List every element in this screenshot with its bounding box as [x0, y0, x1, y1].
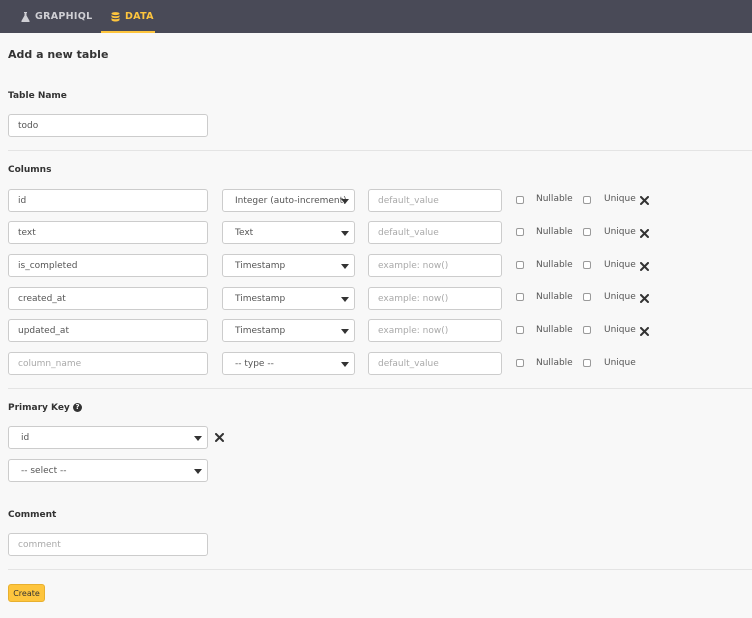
primary-key-select[interactable]: id — [8, 426, 208, 449]
unique-label: Unique — [604, 292, 636, 302]
unique-checkbox[interactable] — [583, 196, 591, 204]
caret-down-icon — [341, 329, 349, 334]
nullable-label: Nullable — [536, 325, 573, 335]
column-default-input[interactable]: example: now() — [368, 319, 502, 342]
comment-label: Comment — [8, 510, 57, 520]
caret-down-icon — [194, 436, 202, 441]
new-primary-key-select[interactable]: -- select -- — [8, 459, 208, 482]
primary-key-value: id — [21, 432, 30, 443]
unique-checkbox[interactable] — [583, 261, 591, 269]
flask-icon — [20, 11, 30, 23]
new-column-default-input[interactable]: default_value — [368, 352, 502, 375]
unique-checkbox[interactable] — [583, 359, 591, 367]
column-default-input[interactable]: example: now() — [368, 287, 502, 310]
remove-primary-key-icon[interactable] — [215, 433, 224, 442]
caret-down-icon — [341, 264, 349, 269]
unique-checkbox[interactable] — [583, 228, 591, 236]
nullable-checkbox[interactable] — [516, 359, 524, 367]
column-default-input[interactable]: default_value — [368, 189, 502, 212]
nullable-checkbox[interactable] — [516, 261, 524, 269]
column-default-input[interactable]: example: now() — [368, 254, 502, 277]
unique-label: Unique — [604, 194, 636, 204]
table-name-input[interactable]: todo — [8, 114, 208, 137]
remove-column-icon[interactable] — [640, 327, 649, 336]
table-name-label: Table Name — [8, 91, 67, 101]
tab-graphiql-label: GRAPHIQL — [35, 11, 93, 22]
nullable-label: Nullable — [536, 292, 573, 302]
unique-label: Unique — [604, 260, 636, 270]
caret-down-icon — [341, 231, 349, 236]
active-tab-indicator — [101, 31, 155, 33]
column-name-input[interactable]: is_completed — [8, 254, 208, 277]
primary-key-label: Primary Key — [8, 403, 70, 413]
column-name-input[interactable]: created_at — [8, 287, 208, 310]
column-type-select[interactable]: Timestamp — [222, 254, 355, 277]
page-title: Add a new table — [8, 48, 109, 61]
question-circle-icon[interactable]: ? — [73, 403, 82, 412]
column-name-input[interactable]: id — [8, 189, 208, 212]
column-type-value: Integer (auto-increment) — [235, 195, 347, 206]
column-type-select[interactable]: Integer (auto-increment) — [222, 189, 355, 212]
column-type-select[interactable]: Text — [222, 221, 355, 244]
tab-graphiql[interactable]: GRAPHIQL — [20, 0, 92, 33]
caret-down-icon — [194, 469, 202, 474]
nullable-label: Nullable — [536, 358, 573, 368]
column-type-value: Text — [235, 227, 254, 238]
top-nav-bar: GRAPHIQL DATA — [0, 0, 752, 33]
comment-input[interactable]: comment — [8, 533, 208, 556]
create-button[interactable]: Create — [8, 584, 45, 602]
remove-column-icon[interactable] — [640, 229, 649, 238]
unique-label: Unique — [604, 227, 636, 237]
nullable-label: Nullable — [536, 227, 573, 237]
columns-label: Columns — [8, 165, 52, 175]
divider — [8, 388, 752, 389]
caret-down-icon — [341, 362, 349, 367]
unique-label: Unique — [604, 325, 636, 335]
new-column-type-select[interactable]: -- type -- — [222, 352, 355, 375]
new-column-name-input[interactable]: column_name — [8, 352, 208, 375]
remove-column-icon[interactable] — [640, 262, 649, 271]
nullable-checkbox[interactable] — [516, 326, 524, 334]
divider — [8, 569, 752, 570]
nullable-checkbox[interactable] — [516, 196, 524, 204]
column-type-value: Timestamp — [235, 260, 286, 271]
nullable-checkbox[interactable] — [516, 228, 524, 236]
column-type-value: Timestamp — [235, 325, 286, 336]
column-default-input[interactable]: default_value — [368, 221, 502, 244]
nullable-label: Nullable — [536, 194, 573, 204]
tab-data[interactable]: DATA — [101, 0, 155, 33]
remove-column-icon[interactable] — [640, 294, 649, 303]
column-type-select[interactable]: Timestamp — [222, 319, 355, 342]
column-name-input[interactable]: text — [8, 221, 208, 244]
nullable-label: Nullable — [536, 260, 573, 270]
column-name-input[interactable]: updated_at — [8, 319, 208, 342]
caret-down-icon — [341, 297, 349, 302]
primary-key-value: -- select -- — [21, 465, 67, 476]
divider — [8, 150, 752, 151]
nullable-checkbox[interactable] — [516, 293, 524, 301]
column-type-value: Timestamp — [235, 293, 286, 304]
column-type-value: -- type -- — [235, 358, 274, 369]
remove-column-icon[interactable] — [640, 196, 649, 205]
database-icon — [110, 11, 120, 23]
tab-data-label: DATA — [125, 11, 154, 22]
unique-label: Unique — [604, 358, 636, 368]
column-type-select[interactable]: Timestamp — [222, 287, 355, 310]
unique-checkbox[interactable] — [583, 293, 591, 301]
caret-down-icon — [341, 199, 349, 204]
unique-checkbox[interactable] — [583, 326, 591, 334]
